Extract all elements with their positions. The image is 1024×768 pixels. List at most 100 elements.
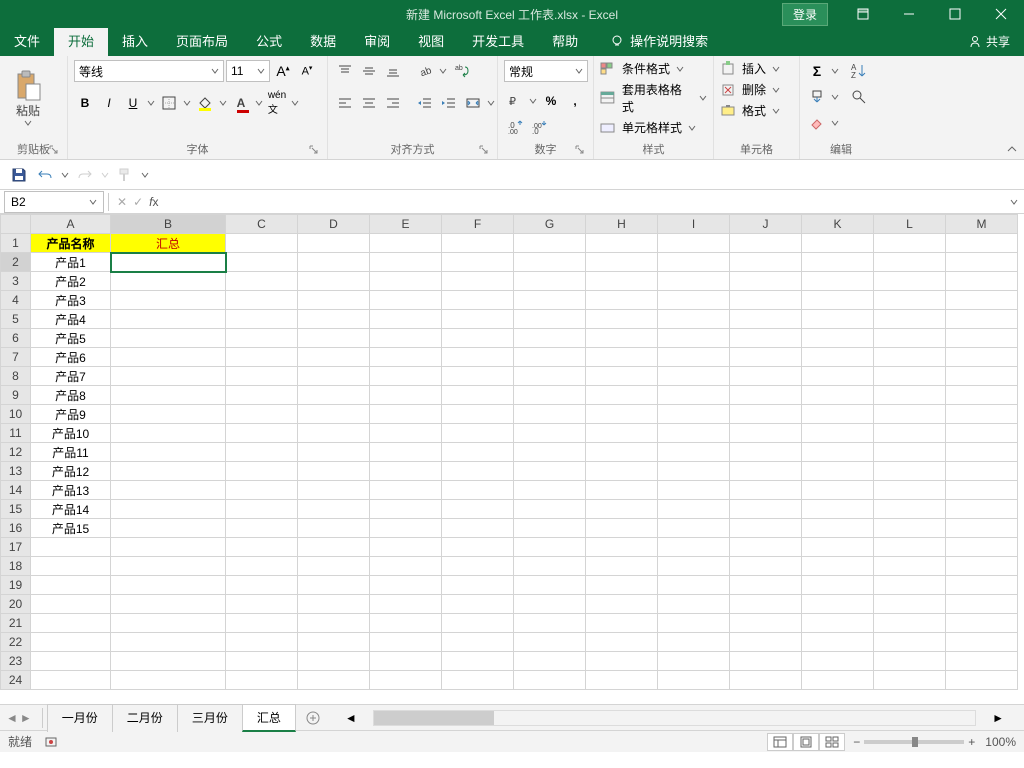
cell[interactable] bbox=[946, 405, 1018, 424]
find-select-button[interactable] bbox=[848, 86, 870, 108]
cell[interactable] bbox=[370, 234, 442, 253]
cell[interactable] bbox=[946, 386, 1018, 405]
cell[interactable] bbox=[730, 595, 802, 614]
cell[interactable] bbox=[730, 386, 802, 405]
cell[interactable] bbox=[802, 348, 874, 367]
cell[interactable] bbox=[111, 671, 226, 690]
font-size-combo[interactable]: 11 bbox=[226, 60, 270, 82]
insert-cells-button[interactable]: 插入 bbox=[720, 60, 780, 77]
row-header[interactable]: 13 bbox=[1, 462, 31, 481]
column-header[interactable]: K bbox=[802, 215, 874, 234]
cell[interactable] bbox=[946, 614, 1018, 633]
cell[interactable] bbox=[658, 614, 730, 633]
shrink-font-button[interactable]: A▾ bbox=[296, 60, 318, 82]
cell[interactable] bbox=[946, 671, 1018, 690]
cell[interactable] bbox=[658, 500, 730, 519]
cell[interactable] bbox=[802, 633, 874, 652]
cell[interactable] bbox=[111, 519, 226, 538]
cell[interactable] bbox=[658, 329, 730, 348]
cell[interactable] bbox=[514, 481, 586, 500]
sort-filter-button[interactable]: AZ bbox=[848, 60, 870, 82]
cell[interactable] bbox=[442, 614, 514, 633]
cell[interactable] bbox=[586, 595, 658, 614]
cell[interactable] bbox=[730, 234, 802, 253]
cell[interactable] bbox=[370, 595, 442, 614]
format-cells-button[interactable]: 格式 bbox=[720, 102, 780, 119]
row-header[interactable]: 15 bbox=[1, 500, 31, 519]
cell[interactable] bbox=[586, 576, 658, 595]
cell[interactable] bbox=[370, 424, 442, 443]
cell[interactable] bbox=[946, 367, 1018, 386]
scroll-right-button[interactable]: ► bbox=[992, 711, 1004, 725]
row-header[interactable]: 10 bbox=[1, 405, 31, 424]
cell[interactable]: 产品13 bbox=[31, 481, 111, 500]
merge-dropdown[interactable] bbox=[486, 92, 496, 114]
fill-button[interactable] bbox=[806, 86, 828, 108]
cell[interactable] bbox=[586, 348, 658, 367]
page-break-view-button[interactable] bbox=[819, 733, 845, 751]
cell[interactable] bbox=[226, 291, 298, 310]
worksheet-grid[interactable]: ABCDEFGHIJKLM1产品名称汇总2产品13产品24产品35产品46产品5… bbox=[0, 214, 1024, 704]
underline-button[interactable]: U bbox=[122, 92, 144, 114]
scroll-left-button[interactable]: ◄ bbox=[345, 711, 357, 725]
cell[interactable] bbox=[111, 291, 226, 310]
row-header[interactable]: 4 bbox=[1, 291, 31, 310]
cell[interactable] bbox=[226, 424, 298, 443]
align-left-button[interactable] bbox=[334, 92, 356, 114]
cell[interactable] bbox=[442, 500, 514, 519]
tab-review[interactable]: 审阅 bbox=[350, 25, 404, 56]
align-right-button[interactable] bbox=[382, 92, 404, 114]
cell[interactable] bbox=[658, 595, 730, 614]
cell[interactable] bbox=[802, 595, 874, 614]
sheet-tab[interactable]: 一月份 bbox=[47, 704, 113, 732]
cell[interactable] bbox=[111, 386, 226, 405]
cell[interactable] bbox=[730, 481, 802, 500]
cell[interactable] bbox=[874, 329, 946, 348]
autosum-button[interactable]: Σ bbox=[806, 60, 828, 82]
cell[interactable] bbox=[874, 557, 946, 576]
cell[interactable] bbox=[298, 405, 370, 424]
cell[interactable] bbox=[874, 367, 946, 386]
cell[interactable] bbox=[370, 253, 442, 272]
cell[interactable] bbox=[31, 652, 111, 671]
column-header[interactable]: C bbox=[226, 215, 298, 234]
row-header[interactable]: 14 bbox=[1, 481, 31, 500]
cell[interactable] bbox=[658, 538, 730, 557]
cell[interactable] bbox=[514, 405, 586, 424]
row-header[interactable]: 11 bbox=[1, 424, 31, 443]
cell[interactable] bbox=[442, 652, 514, 671]
cell[interactable] bbox=[802, 234, 874, 253]
cell[interactable] bbox=[298, 386, 370, 405]
tab-dev[interactable]: 开发工具 bbox=[458, 25, 538, 56]
cell[interactable] bbox=[298, 576, 370, 595]
enter-formula-button[interactable]: ✓ bbox=[133, 195, 143, 209]
cell[interactable] bbox=[370, 671, 442, 690]
cell[interactable]: 产品3 bbox=[31, 291, 111, 310]
cell[interactable] bbox=[946, 538, 1018, 557]
cell[interactable] bbox=[946, 576, 1018, 595]
cell[interactable] bbox=[442, 633, 514, 652]
increase-indent-button[interactable] bbox=[438, 92, 460, 114]
cell[interactable] bbox=[370, 576, 442, 595]
row-header[interactable]: 24 bbox=[1, 671, 31, 690]
cell[interactable] bbox=[370, 291, 442, 310]
cell[interactable] bbox=[111, 576, 226, 595]
cell[interactable] bbox=[730, 443, 802, 462]
cell[interactable]: 汇总 bbox=[111, 234, 226, 253]
login-button[interactable]: 登录 bbox=[782, 3, 828, 26]
cell[interactable] bbox=[658, 424, 730, 443]
column-header[interactable]: H bbox=[586, 215, 658, 234]
cell[interactable] bbox=[111, 614, 226, 633]
cell[interactable] bbox=[226, 310, 298, 329]
row-header[interactable]: 2 bbox=[1, 253, 31, 272]
cell[interactable] bbox=[111, 405, 226, 424]
cell[interactable] bbox=[298, 272, 370, 291]
font-name-combo[interactable]: 等线 bbox=[74, 60, 224, 82]
conditional-format-button[interactable]: 条件格式 bbox=[600, 60, 684, 77]
cell[interactable] bbox=[226, 633, 298, 652]
cell[interactable] bbox=[370, 462, 442, 481]
cell[interactable] bbox=[586, 633, 658, 652]
cell[interactable] bbox=[298, 500, 370, 519]
cell[interactable] bbox=[586, 234, 658, 253]
cell[interactable] bbox=[298, 291, 370, 310]
